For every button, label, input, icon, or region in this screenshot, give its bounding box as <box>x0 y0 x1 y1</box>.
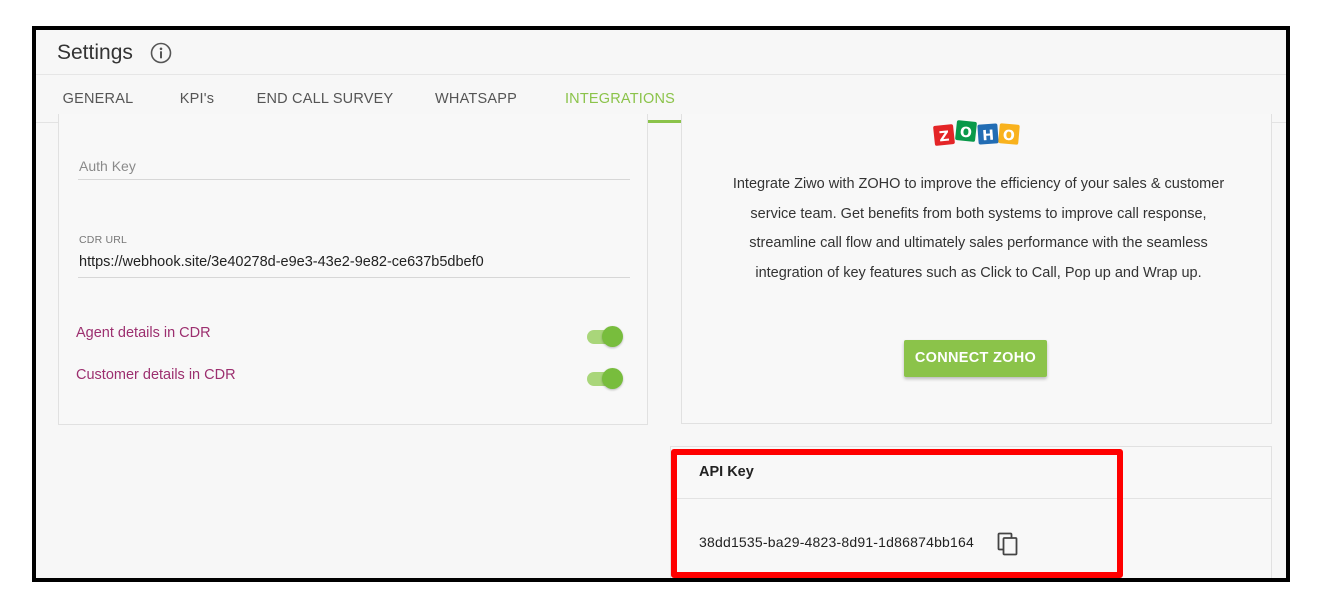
settings-header: Settings GENERAL KPI's END CALL SURVEY W… <box>36 30 1286 123</box>
cdr-url-field[interactable]: https://webhook.site/3e40278d-e9e3-43e2-… <box>79 254 484 270</box>
webhook-panel: Auth Key CDR URL https://webhook.site/3e… <box>58 114 648 425</box>
customer-details-toggle[interactable] <box>586 366 624 390</box>
svg-text:O: O <box>959 124 973 141</box>
page-title: Settings <box>57 41 133 64</box>
cdr-url-label: CDR URL <box>79 234 128 246</box>
api-key-highlight-box <box>671 449 1123 578</box>
auth-key-input[interactable] <box>78 179 630 180</box>
svg-text:Z: Z <box>938 129 950 146</box>
agent-details-toggle[interactable] <box>586 324 624 348</box>
svg-text:H: H <box>982 128 995 145</box>
cdr-url-underline <box>78 277 630 278</box>
svg-text:O: O <box>1002 128 1015 145</box>
agent-details-label: Agent details in CDR <box>76 325 211 341</box>
info-circle-icon[interactable] <box>150 42 172 64</box>
connect-zoho-button[interactable]: CONNECT ZOHO <box>904 340 1047 377</box>
zoho-logo: Z O H O <box>933 120 1020 146</box>
auth-key-placeholder: Auth Key <box>79 158 136 174</box>
settings-window: Settings GENERAL KPI's END CALL SURVEY W… <box>32 26 1290 582</box>
zoho-description: Integrate Ziwo with ZOHO to improve the … <box>732 176 1225 281</box>
customer-details-label: Customer details in CDR <box>76 367 236 383</box>
zoho-panel: Z O H O Integrate Ziwo with ZOHO to impr… <box>681 114 1272 424</box>
